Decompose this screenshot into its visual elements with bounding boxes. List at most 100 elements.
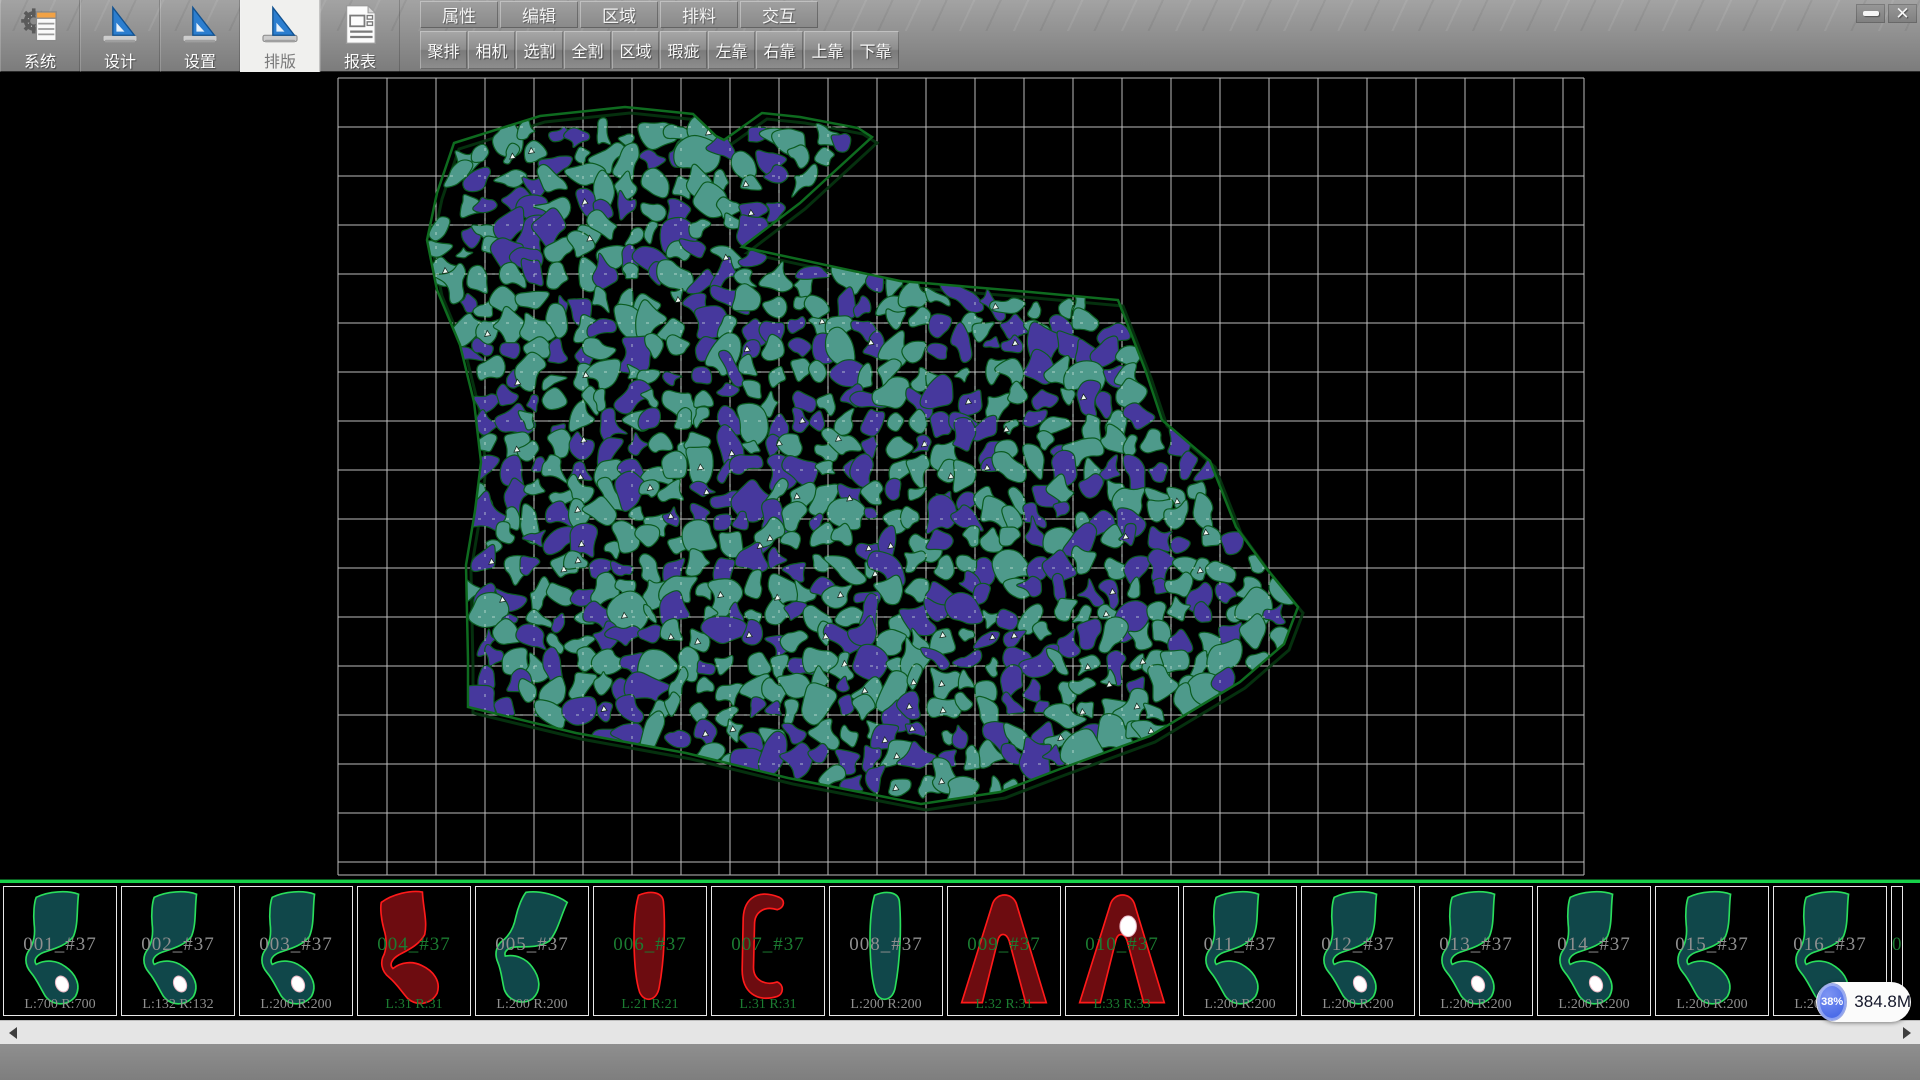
settings-icon	[177, 3, 223, 46]
menu-tab-1[interactable]: 属性	[420, 1, 498, 28]
piece-name: 003_#37	[240, 934, 352, 956]
piece-name: 014_#37	[1538, 934, 1650, 956]
application-window: 系统 设计 设置 排版 报表 属性编辑区域排料交互 聚排相机选割全割区域瑕疵左靠…	[0, 0, 1920, 1080]
piece-size-label: L:200 R:200	[1538, 997, 1650, 1013]
piece-size-label: L:200 R:200	[1302, 997, 1414, 1013]
action-button-4[interactable]: 全割	[564, 31, 611, 69]
piece-name: 012_#37	[1302, 934, 1414, 956]
piece-thumbnail-6[interactable]: 006_#37 L:21 R:21	[593, 886, 707, 1016]
piece-thumbnail-10[interactable]: 010_#37 L:33 R:33	[1065, 886, 1179, 1016]
piece-thumbnail-8[interactable]: 008_#37 L:200 R:200	[829, 886, 943, 1016]
piece-size-label: L:32 R:31	[948, 997, 1060, 1013]
piece-name: 006_#37	[594, 934, 706, 956]
minimize-icon	[1863, 11, 1879, 16]
progress-badge[interactable]: 38% 384.8M	[1816, 982, 1911, 1022]
piece-size-label: L:21 R:21	[594, 997, 706, 1013]
piece-name: 013_#37	[1420, 934, 1532, 956]
piece-name: 011_#37	[1184, 934, 1296, 956]
menu-tab-bar: 属性编辑区域排料交互	[420, 1, 820, 29]
horizontal-scrollbar[interactable]	[0, 1020, 1920, 1044]
piece-name: 002_#37	[122, 934, 234, 956]
piece-size-label: L:200 R:200	[240, 997, 352, 1013]
action-button-7[interactable]: 左靠	[708, 31, 755, 69]
toolbar-button-2[interactable]: 设计	[80, 0, 160, 72]
action-button-6[interactable]: 瑕疵	[660, 31, 707, 69]
piece-name: 017_#37	[1892, 934, 1902, 956]
nesting-canvas-svg	[0, 72, 1920, 879]
piece-name: 001_#37	[4, 934, 116, 956]
toolbar-button-label: 设置	[184, 48, 216, 72]
toolbar-button-5[interactable]: 报表	[320, 0, 400, 72]
piece-thumbnail-9[interactable]: 009_#37 L:32 R:31	[947, 886, 1061, 1016]
toolbar-button-label: 设计	[104, 48, 136, 72]
piece-thumbnail-15[interactable]: 015_#37 L:200 R:200	[1655, 886, 1769, 1016]
action-button-1[interactable]: 聚排	[420, 31, 467, 69]
menu-tab-4[interactable]: 排料	[660, 1, 738, 28]
design-icon	[97, 3, 143, 46]
piece-thumbnail-3[interactable]: 003_#37 L:200 R:200	[239, 886, 353, 1016]
toolbar-button-label: 报表	[344, 48, 376, 72]
menu-tab-2[interactable]: 编辑	[500, 1, 578, 28]
left-arrow-icon	[9, 1027, 17, 1039]
memory-label: 384.8M	[1854, 992, 1911, 1012]
piece-thumbnail-12[interactable]: 012_#37 L:200 R:200	[1301, 886, 1415, 1016]
piece-thumbnail-11[interactable]: 011_#37 L:200 R:200	[1183, 886, 1297, 1016]
close-icon: ✕	[1895, 5, 1909, 22]
piece-thumbnail-2[interactable]: 002_#37 L:132 R:132	[121, 886, 235, 1016]
piece-thumbnail-1[interactable]: 001_#37 L:700 R:700	[3, 886, 117, 1016]
piece-size-label: L:700 R:700	[4, 997, 116, 1013]
piece-thumbnail-14[interactable]: 014_#37 L:200 R:200	[1537, 886, 1651, 1016]
status-bar	[0, 1044, 1920, 1080]
action-button-2[interactable]: 相机	[468, 31, 515, 69]
piece-size-label: L:31 R:31	[712, 997, 824, 1013]
right-arrow-icon	[1903, 1027, 1911, 1039]
progress-circle-icon: 38%	[1818, 984, 1846, 1020]
action-button-5[interactable]: 区域	[612, 31, 659, 69]
action-button-10[interactable]: 下靠	[852, 31, 899, 69]
piece-name: 004_#37	[358, 934, 470, 956]
minimize-button[interactable]	[1856, 4, 1885, 23]
action-button-8[interactable]: 右靠	[756, 31, 803, 69]
toolbar-button-label: 排版	[264, 48, 296, 72]
piece-size-label: L:200 R:200	[830, 997, 942, 1013]
piece-name: 009_#37	[948, 934, 1060, 956]
piece-name: 007_#37	[712, 934, 824, 956]
menu-tab-5[interactable]: 交互	[740, 1, 818, 28]
system-icon	[17, 3, 63, 46]
toolbar-button-label: 系统	[24, 48, 56, 72]
piece-name: 005_#37	[476, 934, 588, 956]
piece-size-label: L:33 R:33	[1066, 997, 1178, 1013]
piece-name: 016_#37	[1774, 934, 1886, 956]
piece-thumbnail-7[interactable]: 007_#37 L:31 R:31	[711, 886, 825, 1016]
piece-name: 015_#37	[1656, 934, 1768, 956]
piece-size-label: L:200 R:200	[476, 997, 588, 1013]
close-button[interactable]: ✕	[1888, 4, 1917, 23]
scroll-left-button[interactable]	[2, 1021, 24, 1045]
piece-size-label: L:132 R:132	[122, 997, 234, 1013]
scroll-right-button[interactable]	[1896, 1021, 1918, 1045]
piece-name: 008_#37	[830, 934, 942, 956]
piece-size-label: L:200 R:200	[1420, 997, 1532, 1013]
main-toolbar: 系统 设计 设置 排版 报表 属性编辑区域排料交互 聚排相机选割全割区域瑕疵左靠…	[0, 0, 1920, 72]
action-button-3[interactable]: 选割	[516, 31, 563, 69]
piece-size-label: L:31 R:31	[358, 997, 470, 1013]
nesting-canvas[interactable]	[0, 72, 1920, 879]
toolbar-button-1[interactable]: 系统	[0, 0, 80, 72]
toolbar-button-4[interactable]: 排版	[240, 0, 320, 72]
piece-size-label: L:200 R:200	[1184, 997, 1296, 1013]
action-button-9[interactable]: 上靠	[804, 31, 851, 69]
layout-icon	[257, 3, 303, 46]
report-icon	[337, 3, 383, 46]
piece-thumbnail-5[interactable]: 005_#37 L:200 R:200	[475, 886, 589, 1016]
action-button-bar: 聚排相机选割全割区域瑕疵左靠右靠上靠下靠	[420, 31, 900, 69]
piece-thumbnail-4[interactable]: 004_#37 L:31 R:31	[357, 886, 471, 1016]
piece-strip: 001_#37 L:700 R:700 002_#37 L:132 R:132 …	[0, 883, 1920, 1020]
piece-size-label: L:200 R:200	[1656, 997, 1768, 1013]
menu-tab-3[interactable]: 区域	[580, 1, 658, 28]
piece-name: 010_#37	[1066, 934, 1178, 956]
progress-percent: 38%	[1821, 996, 1843, 1008]
toolbar-button-3[interactable]: 设置	[160, 0, 240, 72]
window-controls: ✕	[1856, 4, 1917, 23]
main-mode-buttons: 系统 设计 设置 排版 报表	[0, 0, 400, 72]
piece-thumbnail-13[interactable]: 013_#37 L:200 R:200	[1419, 886, 1533, 1016]
